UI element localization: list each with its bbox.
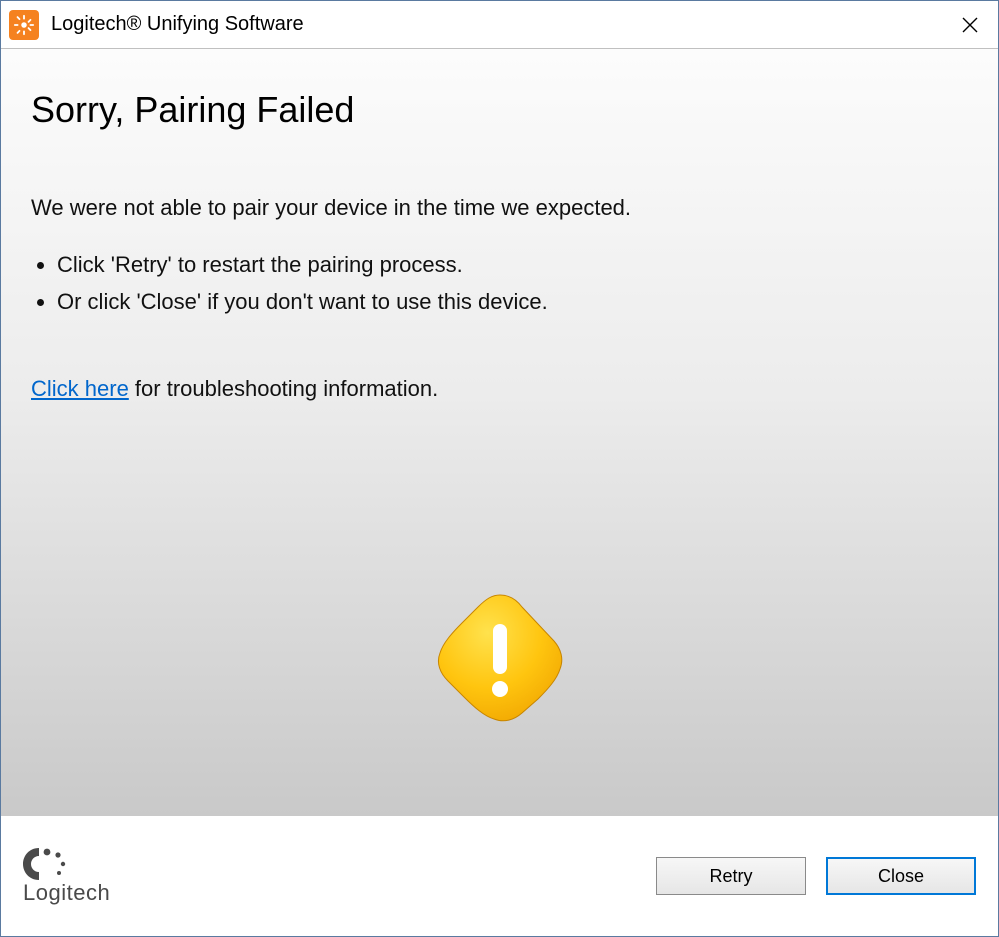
- warning-icon: [430, 589, 570, 729]
- page-title: Sorry, Pairing Failed: [31, 89, 968, 131]
- brand-name: Logitech: [23, 880, 110, 906]
- window-title: Logitech® Unifying Software: [51, 13, 942, 36]
- instruction-item: Or click 'Close' if you don't want to us…: [57, 285, 968, 318]
- close-button[interactable]: Close: [826, 857, 976, 895]
- instruction-item: Click 'Retry' to restart the pairing pro…: [57, 248, 968, 281]
- warning-icon-wrap: [1, 589, 998, 729]
- unifying-icon: [9, 10, 39, 40]
- footer: Logitech Retry Close: [1, 816, 998, 936]
- troubleshoot-link[interactable]: Click here: [31, 376, 129, 401]
- app-window: Logitech® Unifying Software Sorry, Pairi…: [0, 0, 999, 937]
- intro-text: We were not able to pair your device in …: [31, 191, 968, 224]
- instruction-list: Click 'Retry' to restart the pairing pro…: [37, 248, 968, 318]
- logitech-mark-icon: [23, 846, 77, 882]
- retry-button[interactable]: Retry: [656, 857, 806, 895]
- brand-logo: Logitech: [23, 846, 110, 906]
- titlebar: Logitech® Unifying Software: [1, 1, 998, 49]
- troubleshoot-text: for troubleshooting information.: [129, 376, 438, 401]
- close-icon: [962, 17, 978, 33]
- window-close-button[interactable]: [942, 1, 998, 49]
- content-area: Sorry, Pairing Failed We were not able t…: [1, 49, 998, 816]
- troubleshoot-line: Click here for troubleshooting informati…: [31, 372, 968, 405]
